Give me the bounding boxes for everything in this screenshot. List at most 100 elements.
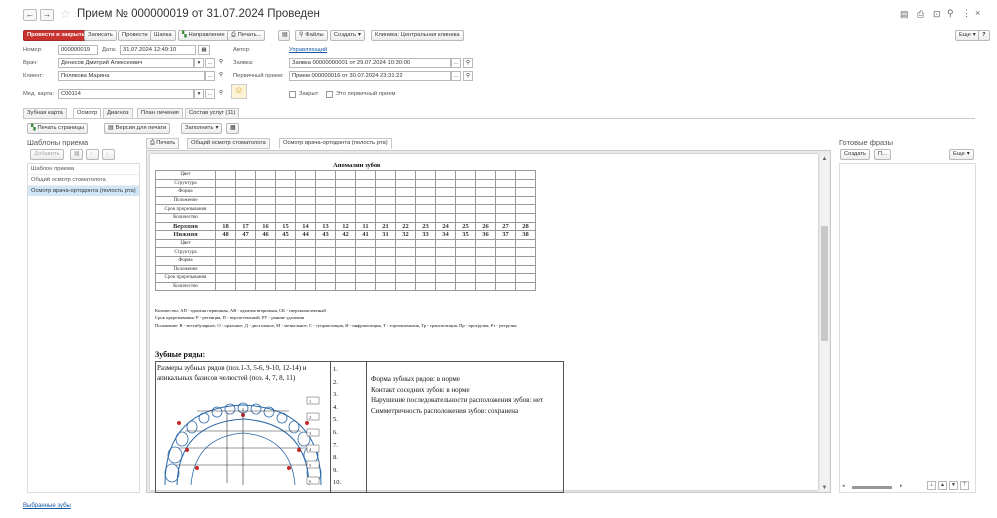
create-button[interactable]: Создать ▾ (330, 30, 365, 41)
tooth-number[interactable]: 45 (275, 230, 296, 240)
tooth-number[interactable]: 12 (335, 221, 356, 232)
tooth-number[interactable]: 17 (235, 221, 256, 232)
author-value[interactable]: Управляющий (289, 47, 327, 53)
order-open-icon[interactable]: ⚲ (463, 58, 473, 68)
post-button[interactable]: Провести (118, 30, 152, 41)
phrases-hscroll[interactable]: ◂ ▸ (842, 483, 908, 490)
tooth-number[interactable]: 36 (475, 230, 496, 240)
subtab-general-exam[interactable]: Общий осмотр стоматолога (187, 138, 270, 149)
tooth-number[interactable]: 15 (275, 221, 296, 232)
card-dropdown-icon[interactable]: ▾ (194, 89, 204, 99)
tooth-number[interactable]: 34 (435, 230, 456, 240)
tooth-number[interactable]: 46 (255, 230, 276, 240)
tooth-number[interactable]: 41 (355, 230, 376, 240)
card-field[interactable]: С00114 (58, 89, 194, 99)
list-down-button[interactable]: ▼ (949, 481, 958, 490)
tooth-number[interactable]: 18 (215, 221, 236, 232)
more-button[interactable]: Еще ▾ (955, 30, 980, 41)
subtab-orthodontist-exam[interactable]: Осмотр врача-ортодонта (полость рта) (279, 138, 392, 149)
move-up-button[interactable]: ↑ (86, 149, 99, 160)
tooth-number[interactable]: 37 (495, 230, 516, 240)
calendar-icon[interactable]: ▦ (198, 45, 210, 55)
favorite-star-icon[interactable]: ☆ (60, 7, 71, 21)
client-field[interactable]: Полякова Марина (58, 71, 205, 81)
doctor-field[interactable]: Денисов Дмитрий Алексеевич (58, 58, 194, 68)
tooth-number[interactable]: 44 (295, 230, 316, 240)
scroll-down-icon[interactable]: ▼ (820, 485, 829, 491)
list-end-button[interactable]: ⊤ (960, 481, 969, 490)
doctor-select-button[interactable]: … (205, 58, 215, 68)
document-scrollbar[interactable]: ▲ ▼ (820, 156, 829, 491)
post-close-button[interactable]: Провести и закрыть (23, 30, 90, 41)
list-item[interactable]: Общий осмотр стоматолога (28, 175, 139, 186)
help-button[interactable]: ? (978, 30, 990, 41)
primary-select-button[interactable]: … (451, 71, 461, 81)
report-button[interactable]: ▤ (278, 30, 290, 41)
create-phrase-button[interactable]: Создать (840, 149, 871, 160)
doctor-dropdown-icon[interactable]: ▾ (194, 58, 204, 68)
tooth-number[interactable]: 47 (235, 230, 256, 240)
card-open-icon[interactable]: ⚲ (216, 89, 226, 99)
forward-button[interactable]: → (40, 9, 54, 21)
client-select-button[interactable]: … (205, 71, 215, 81)
scroll-right-icon[interactable]: ▸ (900, 483, 903, 489)
print-version-button[interactable]: ▤ Версия для печати (104, 123, 171, 134)
move-down-button[interactable]: ↓ (102, 149, 115, 160)
scroll-up-icon[interactable]: ▲ (820, 156, 829, 162)
fill-button[interactable]: Заполнить ▾ (181, 123, 223, 134)
closed-checkbox[interactable] (289, 91, 296, 98)
close-icon[interactable]: × (975, 8, 980, 18)
primary-open-icon[interactable]: ⚲ (463, 71, 473, 81)
save-button[interactable]: Записать (84, 30, 117, 41)
referral-button[interactable]: ▚ Направление (178, 30, 229, 41)
tooth-number[interactable]: 32 (395, 230, 416, 240)
scroll-left-icon[interactable]: ◂ (842, 483, 845, 489)
tooth-number[interactable]: 16 (255, 221, 276, 232)
primary-field[interactable]: Прием 000000016 от 30.07.2024 23:31:22 (289, 71, 451, 81)
tooth-number[interactable]: 35 (455, 230, 476, 240)
tooth-number[interactable]: 33 (415, 230, 436, 240)
print-icon[interactable]: ▤ (900, 9, 909, 20)
subtab-print[interactable]: ⎙ Печать (146, 138, 180, 149)
hscroll-thumb[interactable] (852, 486, 892, 489)
list-item[interactable]: Шаблон приема (28, 164, 139, 175)
files-button[interactable]: ⚲ Файлы (295, 30, 328, 41)
client-open-icon[interactable]: ⚲ (216, 71, 226, 81)
table-icon-button[interactable]: ▦ (226, 123, 239, 134)
phrases-more-button[interactable]: Еще ▾ (949, 149, 974, 160)
selected-teeth-link[interactable]: Выбранные зубы (23, 503, 71, 509)
tooth-number[interactable]: 27 (495, 221, 516, 232)
tooth-number[interactable]: 24 (435, 221, 456, 232)
printer-icon[interactable]: ⎙ (917, 9, 924, 20)
date-field[interactable]: 31.07.2024 12:49:10 (120, 45, 196, 55)
is-primary-checkbox[interactable] (326, 91, 333, 98)
order-select-button[interactable]: … (451, 58, 461, 68)
order-field[interactable]: Заявка 00000000001 от 29.07.2024 10:30:0… (289, 58, 451, 68)
tooth-number[interactable]: 26 (475, 221, 496, 232)
find-phrase-button[interactable]: П... (874, 149, 891, 160)
tooth-number[interactable]: 23 (415, 221, 436, 232)
tooth-number[interactable]: 22 (395, 221, 416, 232)
card-select-button[interactable]: … (205, 89, 215, 99)
tooth-number[interactable]: 11 (355, 221, 376, 232)
tooth-number[interactable]: 31 (375, 230, 396, 240)
print-menu-button[interactable]: ⎙ Печать... (227, 30, 266, 41)
person-icon[interactable]: ☺ (231, 84, 247, 99)
link-icon[interactable]: ⚲ (947, 8, 954, 19)
tooth-number[interactable]: 28 (515, 221, 536, 232)
number-field[interactable]: 000000019 (58, 45, 98, 55)
list-up-button[interactable]: ▲ (938, 481, 947, 490)
cap-button[interactable]: Шапка (150, 30, 176, 41)
tooth-number[interactable]: 38 (515, 230, 536, 240)
list-item-selected[interactable]: Осмотр врача-ортодонта (полость рта) (28, 186, 139, 196)
tooth-number[interactable]: 48 (215, 230, 236, 240)
scroll-thumb[interactable] (821, 226, 828, 341)
tab-treatment-plan[interactable]: План лечения (137, 108, 183, 118)
back-button[interactable]: ← (23, 9, 37, 21)
preview-icon[interactable]: ⊡ (933, 9, 941, 20)
tooth-number[interactable]: 21 (375, 221, 396, 232)
tab-services[interactable]: Состав услуг (11) (185, 108, 240, 118)
print-pages-button[interactable]: ▚ Печать страницы (27, 123, 88, 134)
clinic-button[interactable]: Клиника: Центральная клиника (371, 30, 464, 41)
list-bottom-button[interactable]: ⊥ (927, 481, 936, 490)
